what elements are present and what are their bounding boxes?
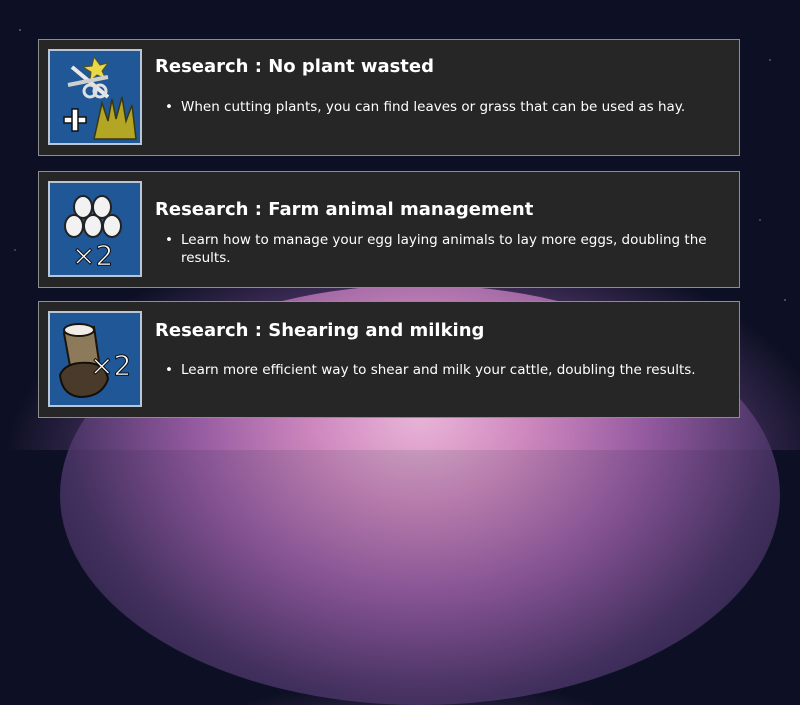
eggs-x2-icon: ×2: [48, 181, 142, 277]
research-card-shearing-and-milking: ×2 Research : Shearing and milking • Lea…: [38, 301, 740, 418]
research-title: Research : Farm animal management: [155, 199, 534, 220]
research-title: Research : No plant wasted: [155, 56, 434, 77]
bullet-dot: •: [165, 232, 173, 248]
scissors-plant-hay-icon: [48, 49, 142, 145]
research-description: • Learn how to manage your egg laying an…: [165, 231, 725, 267]
research-description-text: Learn more efficient way to shear and mi…: [181, 362, 696, 378]
research-card-no-plant-wasted: Research : No plant wasted • When cuttin…: [38, 39, 740, 156]
research-description-text: Learn how to manage your egg laying anim…: [181, 232, 707, 266]
multiplier-label: ×2: [90, 349, 131, 382]
research-description: • When cutting plants, you can find leav…: [165, 98, 725, 116]
milk-bucket-x2-icon: ×2: [48, 311, 142, 407]
bullet-dot: •: [165, 362, 173, 378]
bullet-dot: •: [165, 99, 173, 115]
research-description: • Learn more efficient way to shear and …: [165, 361, 725, 379]
multiplier-label: ×2: [72, 239, 113, 272]
research-title: Research : Shearing and milking: [155, 320, 485, 341]
research-card-farm-animal-management: ×2 Research : Farm animal management • L…: [38, 171, 740, 288]
research-description-text: When cutting plants, you can find leaves…: [181, 99, 686, 115]
